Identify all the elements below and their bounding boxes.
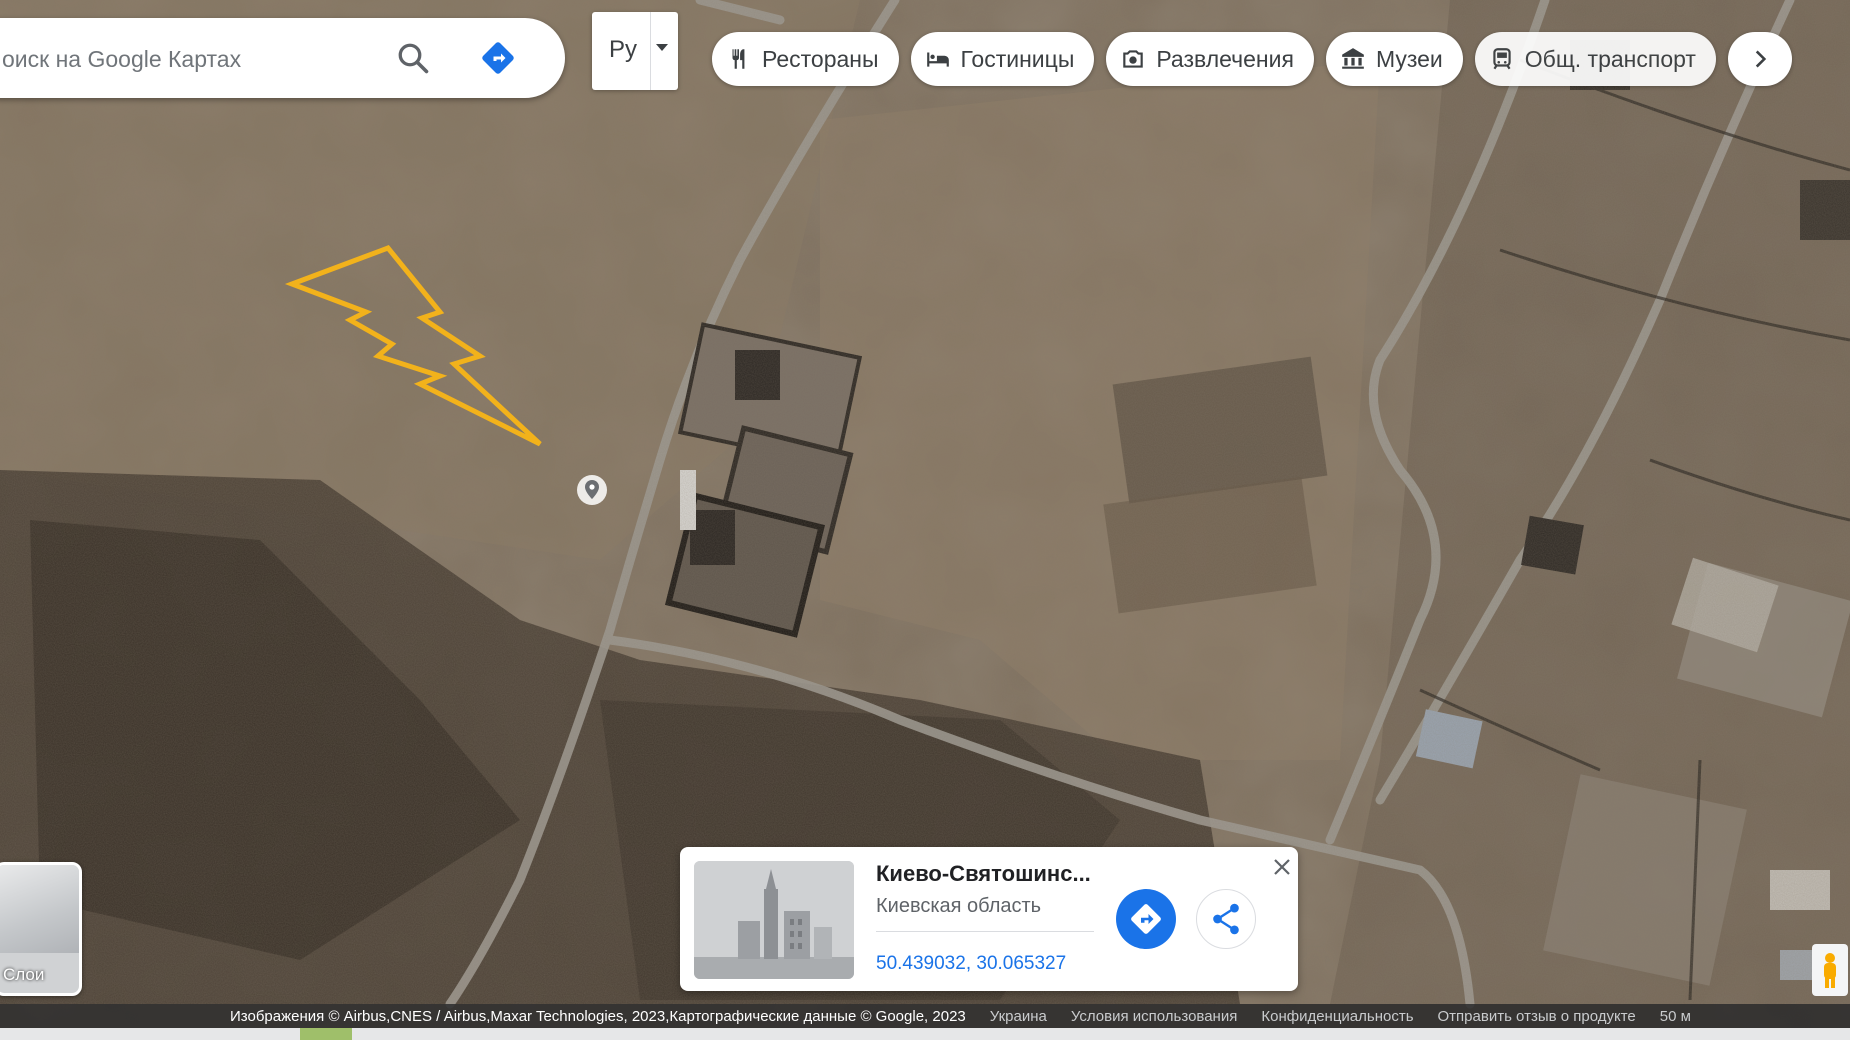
chevron-right-icon	[1755, 50, 1767, 68]
directions-icon[interactable]	[480, 40, 516, 76]
chip-entertainment[interactable]: Развлечения	[1106, 32, 1314, 86]
chevron-down-icon[interactable]	[656, 44, 668, 51]
search-icon[interactable]	[395, 40, 431, 76]
directions-icon	[1131, 904, 1161, 934]
chip-museums[interactable]: Музеи	[1325, 32, 1463, 86]
search-box[interactable]	[0, 18, 565, 98]
scale-label[interactable]: 50 м	[1660, 1008, 1691, 1025]
chip-label: Гостиницы	[960, 45, 1075, 72]
share-icon	[1213, 903, 1239, 935]
pegman-street-view-button[interactable]	[1812, 944, 1848, 996]
place-coordinates[interactable]: 50.439032, 30.065327	[876, 953, 1066, 975]
museum-icon	[1342, 48, 1364, 69]
map-footer: Изображения © Airbus,CNES / Airbus,Maxar…	[0, 1004, 1850, 1028]
footer-feedback-link[interactable]: Отправить отзыв о продукте	[1438, 1008, 1636, 1025]
card-directions-button[interactable]	[1116, 889, 1176, 949]
bottom-strip-accent	[300, 1028, 352, 1040]
language-selector[interactable]: Ру	[592, 12, 678, 90]
chip-label: Рестораны	[762, 45, 879, 72]
footer-terms-link[interactable]: Условия использования	[1071, 1008, 1238, 1025]
close-icon[interactable]	[1270, 855, 1294, 879]
chip-transit[interactable]: Общ. транспорт	[1474, 32, 1716, 86]
restaurant-icon	[732, 49, 745, 69]
layers-button[interactable]: Слои	[0, 862, 82, 996]
transit-icon	[1493, 48, 1511, 70]
hotel-icon	[926, 52, 949, 67]
card-divider	[876, 931, 1094, 932]
layers-label: Слои	[3, 965, 45, 984]
attribution-text: Изображения © Airbus,CNES / Airbus,Maxar…	[230, 1007, 966, 1025]
pegman-icon	[1824, 953, 1836, 988]
place-info-card[interactable]: Киево-Святошинс... Киевская область 50.4…	[680, 847, 1298, 991]
language-divider	[650, 12, 651, 90]
search-input[interactable]	[0, 38, 374, 80]
chip-restaurants[interactable]: Рестораны	[712, 32, 899, 86]
category-chips: Рестораны Гостиницы Развлечения Музеи Об…	[712, 32, 1792, 86]
chip-hotels[interactable]: Гостиницы	[910, 32, 1095, 86]
place-photo[interactable]	[694, 861, 854, 979]
language-label: Ру	[608, 36, 637, 63]
footer-privacy-link[interactable]: Конфиденциальность	[1261, 1008, 1413, 1025]
bottom-strip	[0, 1028, 1850, 1040]
camera-icon	[1123, 50, 1144, 68]
place-title[interactable]: Киево-Святошинс...	[876, 861, 1091, 887]
chip-label: Музеи	[1375, 45, 1443, 72]
place-subtitle: Киевская область	[876, 895, 1042, 917]
chip-label: Развлечения	[1156, 45, 1294, 72]
footer-country: Украина	[989, 1007, 1047, 1025]
card-share-button[interactable]	[1196, 889, 1256, 949]
location-pin-marker	[577, 475, 607, 505]
chip-label: Общ. транспорт	[1524, 45, 1696, 72]
chips-next-button[interactable]	[1727, 32, 1792, 86]
layers-thumbnail	[0, 865, 79, 953]
